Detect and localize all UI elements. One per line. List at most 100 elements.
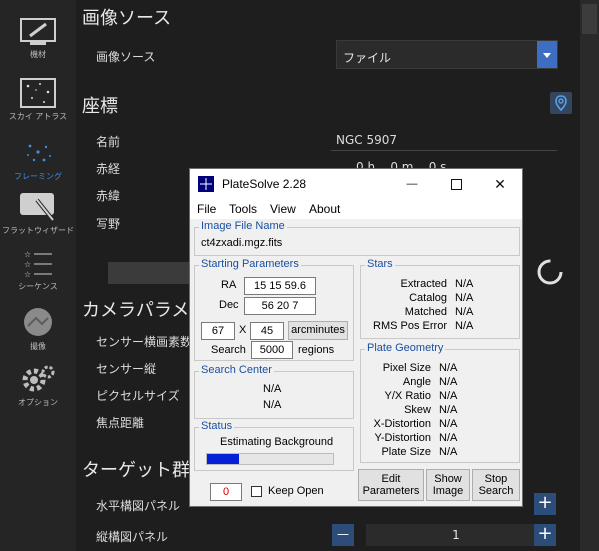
dec-input[interactable]: 56 20 7: [244, 297, 316, 315]
show-image-line2: Image: [432, 485, 464, 497]
image-file-caption: Image File Name: [199, 220, 287, 232]
fov-height-input[interactable]: 45: [250, 322, 284, 340]
framing-icon: [27, 144, 51, 162]
dec-label: 赤緯: [96, 189, 121, 203]
show-image-line1: Show: [434, 473, 462, 485]
sidebar-item-framing[interactable]: フレーミング: [0, 138, 76, 182]
status-progress-bar: [206, 453, 334, 465]
image-source-select[interactable]: ファイル: [336, 40, 558, 69]
stars-extracted-value: N/A: [455, 278, 474, 290]
edit-parameters-button[interactable]: Edit Parameters: [358, 469, 424, 501]
image-file-group: Image File Name ct4zxadi.mgz.fits: [194, 220, 520, 256]
search-center-caption: Search Center: [199, 364, 274, 376]
counter-field: 0: [210, 483, 242, 501]
h-panels-plus-button[interactable]: +: [534, 493, 556, 515]
v-panels-minus-button[interactable]: —: [332, 524, 354, 546]
geom-x-distortion-value: N/A: [439, 418, 458, 430]
loading-spinner-icon: [537, 259, 563, 285]
close-button[interactable]: ✕: [478, 169, 522, 199]
stars-matched-label: Matched: [404, 306, 447, 318]
stop-search-line1: Stop: [484, 473, 508, 485]
geom-plate-size-value: N/A: [439, 446, 458, 458]
h-panels-label: 水平構図パネル: [96, 499, 181, 513]
sidebar-item-options[interactable]: オプション: [0, 364, 76, 408]
show-image-button[interactable]: Show Image: [426, 469, 470, 501]
name-label: 名前: [96, 135, 121, 149]
svg-text:☆: ☆: [24, 260, 31, 269]
search-input[interactable]: 5000: [251, 341, 293, 359]
gear-icon: [22, 365, 55, 392]
units-button[interactable]: arcminutes: [288, 321, 348, 340]
fov-width-input[interactable]: 67: [201, 322, 235, 340]
telescope-icon: [20, 18, 56, 45]
scrollbar-thumb[interactable]: [582, 4, 597, 34]
sidebar-item-label: 機材: [30, 50, 46, 59]
geom-yx-ratio-label: Y/X Ratio: [384, 390, 431, 402]
status-text: Estimating Background: [220, 436, 334, 448]
menu-view[interactable]: View: [270, 202, 296, 216]
image-source-value: ファイル: [343, 51, 392, 65]
sidebar-item-label: フラットウィザード: [2, 226, 74, 235]
geom-angle-label: Angle: [402, 376, 431, 388]
edit-parameters-line1: Edit: [381, 473, 401, 485]
menu-tools[interactable]: Tools: [229, 202, 257, 216]
search-center-ra: N/A: [263, 383, 282, 395]
divider: [331, 150, 557, 151]
sidebar-item-imaging[interactable]: 撮像: [0, 306, 76, 352]
menu-about[interactable]: About: [309, 202, 340, 216]
sidebar-item-flat-wizard[interactable]: フラットウィザード: [0, 192, 76, 236]
plate-geometry-caption: Plate Geometry: [365, 342, 446, 354]
search-center-group: Search Center N/A N/A: [194, 364, 354, 419]
sensor-width-label: センサー横画素数: [96, 335, 193, 349]
progress-fill: [207, 454, 239, 464]
regions-label: regions: [298, 344, 335, 356]
dec-label: Dec: [219, 299, 239, 311]
maximize-button[interactable]: [434, 169, 478, 199]
scrollbar[interactable]: [580, 0, 599, 551]
coordinates-heading: 座標: [82, 96, 118, 117]
v-panels-value[interactable]: 1: [366, 524, 546, 546]
geom-y-distortion-value: N/A: [439, 432, 458, 444]
minimize-button[interactable]: —: [390, 169, 434, 199]
sidebar-item-sky-atlas[interactable]: スカイ アトラス: [0, 78, 76, 122]
sidebar: 機材 スカイ アトラス フレーミング フラットウィザード ☆ ☆ ☆ シーケンス 撮…: [0, 0, 76, 551]
target-group-heading: ターゲット群: [82, 460, 190, 481]
search-label: Search: [211, 344, 246, 356]
image-source-heading: 画像ソース: [82, 8, 172, 29]
stop-search-button[interactable]: Stop Search: [472, 469, 520, 501]
sidebar-item-sequence[interactable]: ☆ ☆ ☆ シーケンス: [0, 248, 76, 292]
ra-label: RA: [221, 279, 237, 291]
sequence-icon: ☆☆☆: [24, 250, 52, 278]
sidebar-item-label: シーケンス: [18, 282, 58, 291]
stars-matched-value: N/A: [455, 306, 474, 318]
sidebar-item-equipment[interactable]: 機材: [0, 18, 76, 60]
geom-pixel-size-value: N/A: [439, 362, 458, 374]
keep-open-label: Keep Open: [268, 485, 324, 497]
geom-yx-ratio-value: N/A: [439, 390, 458, 402]
keep-open-checkbox[interactable]: [251, 486, 262, 497]
svg-text:☆: ☆: [24, 250, 31, 259]
geom-skew-value: N/A: [439, 404, 458, 416]
ra-label: 赤経: [96, 162, 121, 176]
search-center-dec: N/A: [263, 399, 282, 411]
location-pin-icon[interactable]: [550, 92, 572, 114]
ra-input[interactable]: 15 15 59.6: [244, 277, 316, 295]
app-icon: [198, 176, 214, 192]
sidebar-item-label: 撮像: [30, 342, 46, 351]
imaging-icon: [24, 308, 52, 336]
title-bar[interactable]: PlateSolve 2.28 — ✕: [190, 169, 522, 199]
stop-search-line2: Search: [478, 485, 514, 497]
image-file-name: ct4zxadi.mgz.fits: [201, 237, 283, 249]
starting-params-group: Starting Parameters RA 15 15 59.6 Dec 56…: [194, 258, 354, 361]
sidebar-item-label: スカイ アトラス: [8, 112, 68, 121]
geom-skew-label: Skew: [404, 404, 431, 416]
geom-plate-size-label: Plate Size: [381, 446, 431, 458]
menu-bar: File Tools View About: [190, 199, 522, 219]
chevron-down-icon[interactable]: [537, 41, 557, 68]
menu-file[interactable]: File: [197, 202, 216, 216]
v-panels-plus-button[interactable]: +: [534, 524, 556, 546]
stars-catalog-label: Catalog: [409, 292, 447, 304]
stars-group: Stars Extracted N/A Catalog N/A Matched …: [360, 258, 520, 339]
pixel-size-label: ピクセルサイズ: [96, 389, 180, 403]
target-name-field[interactable]: NGC 5907: [336, 133, 397, 147]
